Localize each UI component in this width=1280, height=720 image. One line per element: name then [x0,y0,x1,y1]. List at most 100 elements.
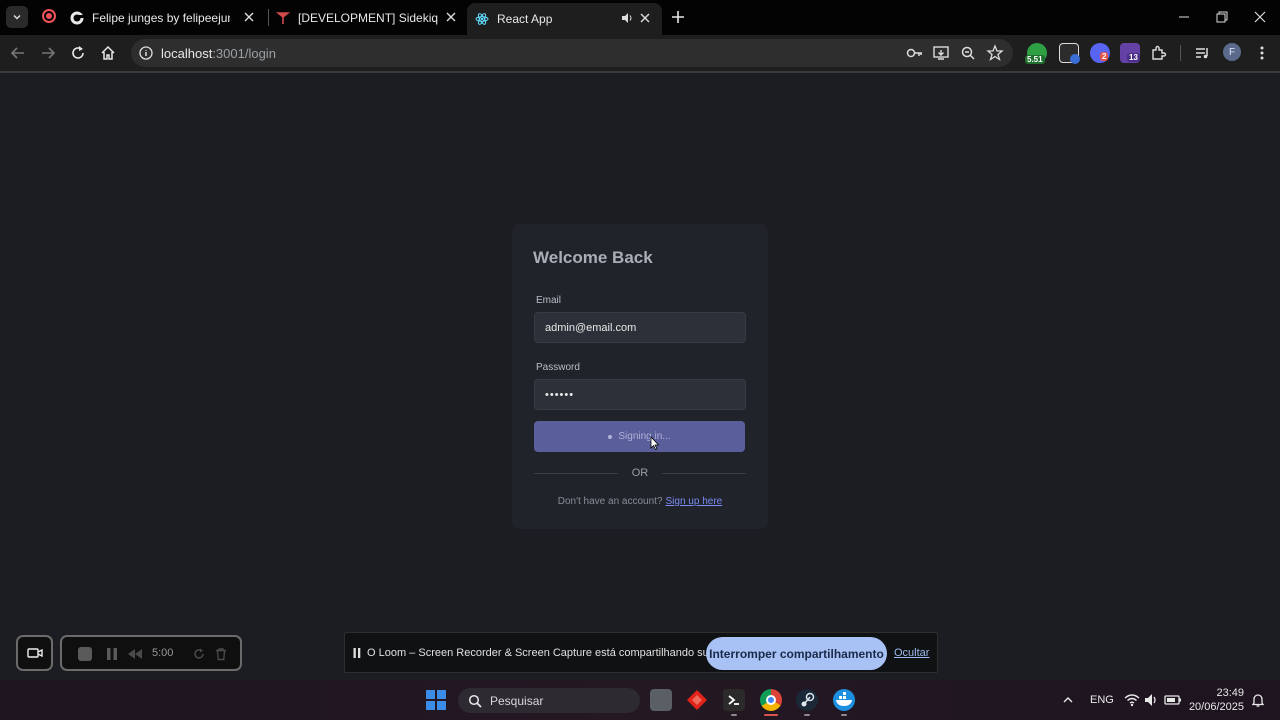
login-card: Welcome Back Email admin@email.com Passw… [512,224,768,529]
speaker-icon[interactable] [620,11,634,25]
email-label: Email [536,295,562,306]
ext-score-icon[interactable]: 5.51 [1025,43,1047,64]
steam-icon[interactable] [796,689,818,711]
login-title: Welcome Back [533,248,653,267]
video-camera-icon [26,648,43,658]
loom-control-bar: 5:00 [60,635,242,671]
clock-date: 20/06/2025 [1188,701,1244,713]
task-view-icon[interactable] [650,689,672,711]
profile-avatar[interactable]: F [1223,43,1241,61]
ext-badge: 2 [1100,52,1109,61]
media-control-icon[interactable] [1193,44,1211,62]
window-close-icon[interactable] [1251,8,1269,26]
react-icon [475,12,489,26]
toolbar-divider [1180,45,1181,61]
ext-badge: 5.51 [1025,55,1045,64]
extensions-puzzle-icon[interactable] [1150,44,1168,62]
tab-search-button[interactable] [6,6,28,28]
email-field[interactable]: admin@email.com [534,312,746,343]
search-icon [468,694,482,708]
hide-link[interactable]: Ocultar [894,647,929,659]
clock-time: 23:49 [1216,687,1244,699]
recording-indicator-icon [42,9,56,23]
zoom-icon[interactable] [959,44,977,62]
divider-line [662,472,746,474]
ext-twitch-icon[interactable]: 13 [1120,43,1140,63]
email-value: admin@email.com [545,321,637,334]
sidekiq-icon [276,11,290,25]
ext-discord-icon[interactable]: 2 [1090,43,1110,63]
bookmark-star-icon[interactable] [986,44,1004,62]
tab-react-app[interactable]: React App [467,3,662,35]
url-host: localhost [161,46,213,61]
mouse-cursor-icon [650,436,660,450]
pause-share-icon [353,648,361,658]
rewind-icon[interactable] [126,647,144,661]
or-divider: OR [534,466,746,480]
close-icon[interactable] [444,10,458,24]
restore-icon[interactable] [1213,8,1231,26]
tab-title: React App [497,12,553,26]
windows-start-icon[interactable] [426,690,446,710]
pause-icon[interactable] [105,647,119,661]
divider-line [534,472,618,474]
stop-recording-button[interactable] [78,647,92,661]
ext-window-icon[interactable] [1059,43,1080,64]
ext-star-badge-icon [1070,54,1080,64]
trash-icon[interactable] [214,647,228,661]
password-field[interactable]: •••••• [534,379,746,410]
tab-felipe[interactable]: Felipe junges by felipeejunges [70,0,266,35]
password-label: Password [536,362,580,373]
tab-title: Felipe junges by felipeejunges [92,10,230,25]
page-content: Welcome Back Email admin@email.com Passw… [0,73,1280,680]
terminal-app-icon[interactable] [723,689,745,711]
kebab-menu-icon[interactable] [1253,44,1271,62]
running-indicator [804,714,810,716]
share-message: O Loom – Screen Recorder & Screen Captur… [367,647,739,659]
back-arrow-icon[interactable] [9,44,27,62]
ext-badge: 13 [1127,53,1140,62]
new-tab-plus-icon[interactable] [669,8,687,26]
github-icon [70,11,84,25]
loom-camera-button[interactable] [16,635,53,671]
minimize-icon[interactable] [1175,8,1193,26]
volume-icon[interactable] [1143,692,1159,708]
forward-arrow-icon[interactable] [39,44,57,62]
install-app-icon[interactable] [932,44,950,62]
taskbar-search[interactable]: Pesquisar [458,688,640,713]
restart-icon[interactable] [192,647,206,661]
url-path: :3001/login [212,46,276,61]
tab-title: [DEVELOPMENT] Sidekiq [298,10,439,25]
battery-icon[interactable] [1164,692,1182,708]
tab-strip: Felipe junges by felipeejunges [DEVELOPM… [0,0,1280,35]
wifi-icon[interactable] [1124,692,1140,708]
or-text: OR [631,467,649,479]
close-icon[interactable] [242,10,256,24]
stop-sharing-button[interactable]: Interromper compartilhamento [706,637,887,670]
sign-in-label: Signing in... [618,431,671,442]
site-info-icon[interactable] [139,46,153,60]
active-indicator [764,714,778,716]
language-indicator[interactable]: ENG [1090,694,1114,706]
notification-bell-icon[interactable] [1250,692,1266,708]
tab-sidekiq[interactable]: [DEVELOPMENT] Sidekiq [268,0,468,35]
close-icon[interactable] [638,11,652,25]
signup-prompt: Don't have an account? [557,496,663,507]
browser-toolbar: localhost:3001/login 5.51 2 13 F [0,35,1280,71]
windows-taskbar: Pesquisar ENG 23:49 20/06/2025 [0,680,1280,720]
anydesk-icon[interactable] [686,689,708,711]
home-icon[interactable] [99,44,117,62]
system-clock[interactable]: 23:49 20/06/2025 [1188,686,1244,714]
signup-link[interactable]: Sign up here [666,496,723,507]
address-bar[interactable]: localhost:3001/login [131,39,1013,67]
sign-in-button[interactable]: Signing in... [534,421,745,452]
key-icon[interactable] [906,44,924,62]
reload-icon[interactable] [69,44,87,62]
running-indicator [841,714,847,716]
docker-icon[interactable] [833,689,855,711]
url-text: localhost:3001/login [161,46,276,61]
chevron-up-icon[interactable] [1062,694,1074,706]
chrome-icon[interactable] [760,689,782,711]
search-placeholder: Pesquisar [490,693,544,708]
password-value: •••••• [545,388,575,401]
